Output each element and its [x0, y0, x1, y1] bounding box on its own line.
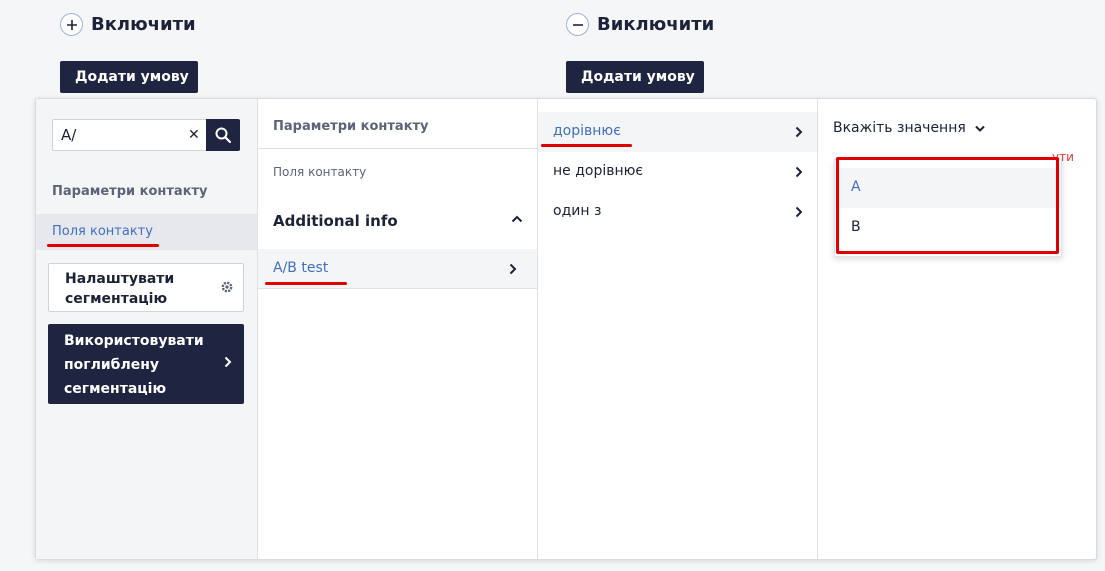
- field-item-label: A/B test: [273, 260, 329, 276]
- exclude-add-condition-button[interactable]: Додати умову: [566, 61, 704, 93]
- fields-subheader: Поля контакту: [273, 165, 367, 179]
- chevron-down-icon: [975, 125, 985, 132]
- chevron-right-icon: [795, 166, 803, 178]
- group-additional-info[interactable]: Additional info: [273, 212, 398, 230]
- value-select[interactable]: Вкажіть значення: [833, 120, 985, 136]
- operator-not-equals[interactable]: не дорівнює: [538, 152, 817, 192]
- clear-icon[interactable]: ✕: [188, 127, 200, 143]
- chevron-right-icon: [224, 356, 232, 368]
- minus-circle-icon[interactable]: [566, 13, 589, 36]
- search-box: ✕: [52, 119, 240, 151]
- operator-column: дорівнює не дорівнює один з: [537, 99, 817, 559]
- chevron-up-icon[interactable]: [511, 215, 523, 223]
- fields-column: Параметри контакту Поля контакту Additio…: [257, 99, 537, 559]
- condition-builder-panel: ✕ Параметри контакту Поля контакту Налаш…: [35, 98, 1097, 560]
- value-column: Вкажіть значення ути A B: [817, 99, 1098, 559]
- highlight-box: [836, 157, 1059, 254]
- operator-label: не дорівнює: [553, 163, 644, 179]
- advanced-segmentation-button[interactable]: Використовувати поглиблену сегментацію: [48, 324, 244, 404]
- operator-label: один з: [553, 203, 602, 219]
- exclude-header: Виключити: [566, 13, 714, 36]
- include-header: Включити: [60, 13, 196, 36]
- operator-one-of[interactable]: один з: [538, 192, 817, 232]
- search-input[interactable]: [53, 120, 183, 150]
- gear-icon: [221, 281, 233, 293]
- fields-column-header: Параметри контакту: [273, 119, 429, 134]
- plus-circle-icon[interactable]: [60, 13, 83, 36]
- value-select-label: Вкажіть значення: [833, 120, 966, 136]
- configure-segmentation-label: Налаштувати сегментацію: [65, 271, 175, 307]
- chevron-right-icon: [795, 206, 803, 218]
- highlight-underline: [541, 144, 632, 147]
- divider: [258, 148, 537, 149]
- configure-segmentation-button[interactable]: Налаштувати сегментацію: [48, 263, 244, 312]
- highlight-underline: [47, 244, 159, 247]
- include-title: Включити: [91, 14, 196, 35]
- category-column: ✕ Параметри контакту Поля контакту Налаш…: [36, 99, 257, 559]
- sidebar-item-label: Поля контакту: [52, 224, 153, 239]
- advanced-segmentation-label: Використовувати поглиблену сегментацію: [64, 333, 204, 397]
- operator-label: дорівнює: [553, 123, 621, 139]
- chevron-right-icon: [795, 126, 803, 138]
- search-icon: [215, 127, 231, 143]
- highlight-underline: [265, 282, 347, 285]
- contact-params-section-title: Параметри контакту: [52, 184, 208, 199]
- search-button[interactable]: [206, 119, 240, 151]
- include-add-condition-button[interactable]: Додати умову: [60, 61, 198, 93]
- exclude-title: Виключити: [597, 14, 715, 35]
- chevron-right-icon: [509, 263, 517, 275]
